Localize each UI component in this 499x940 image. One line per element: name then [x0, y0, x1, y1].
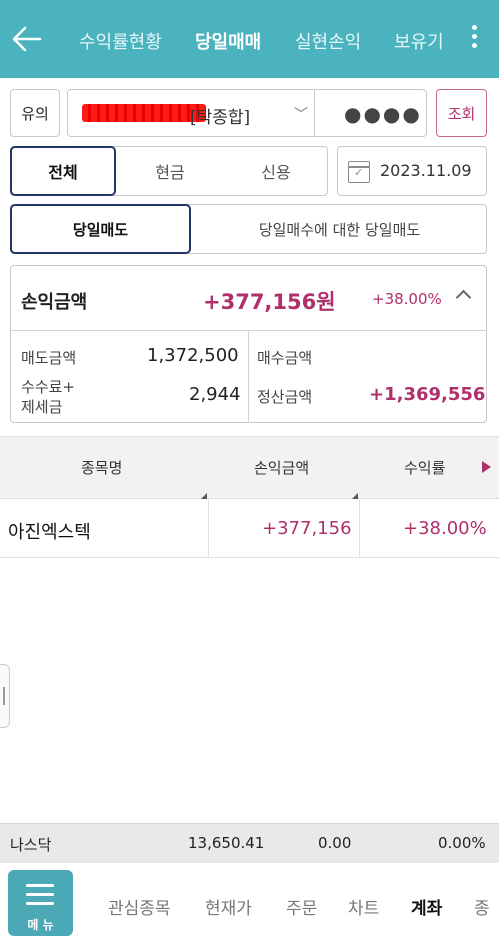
account-type-button[interactable]: 유의: [10, 89, 60, 137]
redacted-account-number: [82, 104, 206, 122]
settlement-filter: 전체 현금 신용: [10, 146, 328, 196]
hamburger-icon: [26, 884, 54, 887]
account-name: [탁종합]: [190, 108, 251, 128]
stock-rate: +38.00%: [403, 518, 487, 539]
pl-value: +377,156원: [203, 290, 336, 314]
tab-realized-pl[interactable]: 실현손익: [295, 28, 361, 54]
stock-pl: +377,156: [262, 518, 352, 539]
side-drawer-handle[interactable]: [0, 664, 10, 728]
divider: [359, 500, 360, 558]
collapse-icon[interactable]: [455, 289, 472, 306]
tab-day-trade[interactable]: 당일매매: [195, 28, 261, 54]
ticker-value: 13,650.41: [188, 834, 265, 852]
market-ticker[interactable]: 나스닥 13,650.41 0.00 0.00%: [0, 823, 499, 863]
calendar-icon: [348, 161, 370, 183]
pl-label: 손익금액: [21, 292, 88, 313]
fee-value: 2,944: [189, 384, 241, 405]
table-header: 종목명 손익금액 수익률: [0, 436, 499, 499]
option-day-sell[interactable]: 당일매도: [10, 204, 191, 254]
column-rate[interactable]: 수익률: [404, 457, 445, 478]
fee-label-line1: 수수료+: [21, 378, 75, 396]
ticker-rate: 0.00%: [438, 834, 486, 852]
fee-label-line2: 제세금: [21, 398, 63, 416]
menu-button[interactable]: 메 뉴: [8, 870, 73, 936]
date-value: 2023.11.09: [380, 161, 472, 180]
chevron-down-icon[interactable]: ﹀: [294, 104, 308, 124]
nav-order[interactable]: 주문: [286, 894, 317, 919]
option-day-sell-of-day-buy[interactable]: 당일매수에 대한 당일매도: [192, 205, 487, 253]
nav-more[interactable]: 종: [474, 894, 490, 919]
menu-label: 메 뉴: [27, 918, 54, 932]
nav-current-price[interactable]: 현재가: [205, 894, 252, 919]
stock-name: 아진엑스텍: [8, 522, 91, 543]
query-button[interactable]: 조회: [436, 89, 487, 137]
nav-watchlist[interactable]: 관심종목: [108, 894, 171, 919]
column-pl[interactable]: 손익금액: [254, 457, 309, 478]
app-header: 수익률현황 당일매매 실현손익 보유기: [0, 0, 499, 78]
password-field[interactable]: ●●●●: [344, 102, 422, 126]
filter-credit[interactable]: 신용: [223, 147, 329, 195]
ticker-name: 나스닥: [10, 836, 52, 854]
table-row[interactable]: 아진엑스텍 +377,156 +38.00%: [0, 500, 499, 558]
ticker-change: 0.00: [318, 834, 352, 852]
tab-return-status[interactable]: 수익률현황: [79, 28, 162, 54]
sell-amount-value: 1,372,500: [147, 345, 239, 366]
bottom-nav: 메 뉴 관심종목 현재가 주문 차트 계좌 종: [0, 864, 499, 940]
settle-amount-label: 정산금액: [257, 388, 313, 406]
account-select[interactable]: [탁종합] ﹀ ●●●●: [67, 89, 427, 137]
pl-summary-card: 손익금액 +377,156원 +38.00% 매도금액 1,372,500 매수…: [10, 265, 487, 423]
divider: [314, 90, 315, 136]
sell-amount-label: 매도금액: [21, 349, 77, 367]
divider: [208, 500, 209, 558]
divider: [248, 331, 249, 423]
date-picker[interactable]: 2023.11.09: [337, 146, 487, 196]
filter-cash[interactable]: 현금: [117, 147, 223, 195]
filter-all[interactable]: 전체: [10, 146, 116, 196]
resize-handle-icon[interactable]: [352, 493, 358, 499]
resize-handle-icon[interactable]: [201, 493, 207, 499]
pl-rate: +38.00%: [372, 290, 442, 308]
tab-holding[interactable]: 보유기: [394, 28, 444, 54]
trade-type-filter: 당일매도 당일매수에 대한 당일매도: [10, 204, 487, 254]
more-options-icon[interactable]: [466, 22, 482, 56]
scroll-right-icon[interactable]: [482, 461, 491, 473]
top-tabs: 수익률현황 당일매매 실현손익 보유기: [0, 0, 499, 78]
nav-chart[interactable]: 차트: [348, 894, 379, 919]
nav-account[interactable]: 계좌: [411, 894, 442, 919]
settle-amount-value: +1,369,556: [369, 384, 486, 405]
buy-amount-label: 매수금액: [257, 349, 313, 367]
column-name[interactable]: 종목명: [81, 457, 122, 478]
